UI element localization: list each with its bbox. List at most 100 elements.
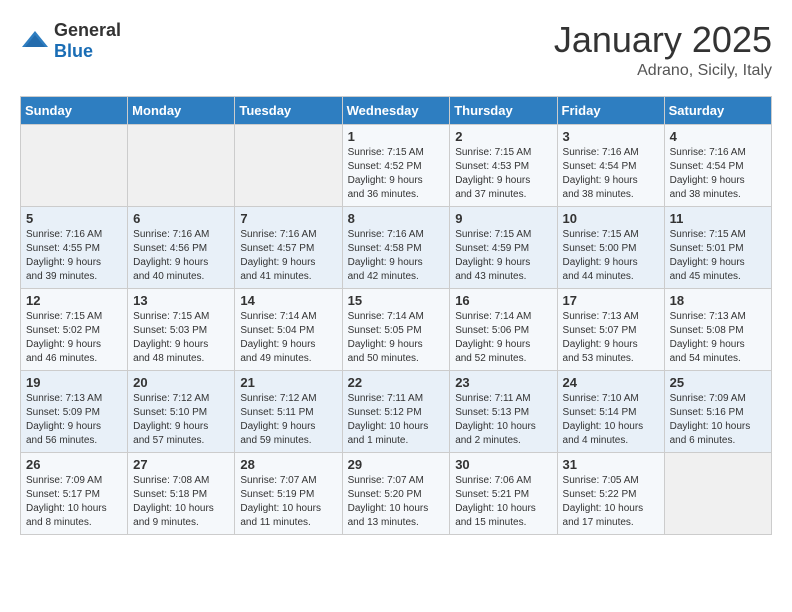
day-number: 16 xyxy=(455,293,551,308)
day-info: Sunrise: 7:15 AM Sunset: 4:59 PM Dayligh… xyxy=(455,228,551,284)
calendar: SundayMondayTuesdayWednesdayThursdayFrid… xyxy=(20,96,772,535)
week-row-2: 12 Sunrise: 7:15 AM Sunset: 5:02 PM Dayli… xyxy=(21,288,772,370)
weekday-header-friday: Friday xyxy=(557,96,664,124)
calendar-cell: 31Sunrise: 7:05 AM Sunset: 5:22 PM Dayli… xyxy=(557,452,664,534)
day-info: Sunrise: 7:15 AM Sunset: 4:53 PM Dayligh… xyxy=(455,146,551,202)
day-info: Sunrise: 7:08 AM Sunset: 5:18 PM Dayligh… xyxy=(133,474,229,530)
day-number: 4 xyxy=(670,129,766,144)
calendar-cell: 6Sunrise: 7:16 AM Sunset: 4:56 PM Daylig… xyxy=(128,206,235,288)
day-info: Sunrise: 7:09 AM Sunset: 5:16 PM Dayligh… xyxy=(670,392,766,448)
calendar-cell: 18 Sunrise: 7:13 AM Sunset: 5:08 PM Dayli… xyxy=(664,288,771,370)
calendar-cell: 16 Sunrise: 7:14 AM Sunset: 5:06 PM Dayli… xyxy=(450,288,557,370)
day-number: 15 xyxy=(348,293,445,308)
day-number: 21 xyxy=(240,375,336,390)
day-info: Sunrise: 7:16 AM Sunset: 4:57 PM Dayligh… xyxy=(240,228,336,284)
calendar-cell: 9Sunrise: 7:15 AM Sunset: 4:59 PM Daylig… xyxy=(450,206,557,288)
day-number: 3 xyxy=(563,129,659,144)
calendar-cell: 13 Sunrise: 7:15 AM Sunset: 5:03 PM Dayli… xyxy=(128,288,235,370)
day-info: Sunrise: 7:14 AM Sunset: 5:05 PM Dayligh… xyxy=(348,310,445,366)
weekday-header-monday: Monday xyxy=(128,96,235,124)
weekday-header-tuesday: Tuesday xyxy=(235,96,342,124)
day-number: 11 xyxy=(670,211,766,226)
calendar-cell: 5 Sunrise: 7:16 AM Sunset: 4:55 PM Daylig… xyxy=(21,206,128,288)
day-number: 14 xyxy=(240,293,336,308)
calendar-cell: 12 Sunrise: 7:15 AM Sunset: 5:02 PM Dayli… xyxy=(21,288,128,370)
week-row-4: 26 Sunrise: 7:09 AM Sunset: 5:17 PM Dayli… xyxy=(21,452,772,534)
calendar-cell: 26 Sunrise: 7:09 AM Sunset: 5:17 PM Dayli… xyxy=(21,452,128,534)
logo-general: General xyxy=(54,20,121,40)
day-info: Sunrise: 7:16 AM Sunset: 4:54 PM Dayligh… xyxy=(563,146,659,202)
week-row-1: 5 Sunrise: 7:16 AM Sunset: 4:55 PM Daylig… xyxy=(21,206,772,288)
week-row-0: 1 Sunrise: 7:15 AM Sunset: 4:52 PM Daylig… xyxy=(21,124,772,206)
calendar-cell: 19 Sunrise: 7:13 AM Sunset: 5:09 PM Dayli… xyxy=(21,370,128,452)
calendar-cell: 23 Sunrise: 7:11 AM Sunset: 5:13 PM Dayli… xyxy=(450,370,557,452)
calendar-cell: 2 Sunrise: 7:15 AM Sunset: 4:53 PM Daylig… xyxy=(450,124,557,206)
day-info: Sunrise: 7:12 AM Sunset: 5:10 PM Dayligh… xyxy=(133,392,229,448)
calendar-cell: 14 Sunrise: 7:14 AM Sunset: 5:04 PM Dayli… xyxy=(235,288,342,370)
day-info: Sunrise: 7:14 AM Sunset: 5:04 PM Dayligh… xyxy=(240,310,336,366)
day-info: Sunrise: 7:14 AM Sunset: 5:06 PM Dayligh… xyxy=(455,310,551,366)
day-info: Sunrise: 7:11 AM Sunset: 5:12 PM Dayligh… xyxy=(348,392,445,448)
day-info: Sunrise: 7:11 AM Sunset: 5:13 PM Dayligh… xyxy=(455,392,551,448)
weekday-header-wednesday: Wednesday xyxy=(342,96,450,124)
day-info: Sunrise: 7:15 AM Sunset: 5:00 PM Dayligh… xyxy=(563,228,659,284)
calendar-cell xyxy=(664,452,771,534)
calendar-cell: 30 Sunrise: 7:06 AM Sunset: 5:21 PM Dayli… xyxy=(450,452,557,534)
day-number: 13 xyxy=(133,293,229,308)
calendar-cell xyxy=(235,124,342,206)
day-number: 26 xyxy=(26,457,122,472)
day-number: 23 xyxy=(455,375,551,390)
day-number: 29 xyxy=(348,457,445,472)
calendar-cell: 24Sunrise: 7:10 AM Sunset: 5:14 PM Dayli… xyxy=(557,370,664,452)
weekday-header-sunday: Sunday xyxy=(21,96,128,124)
day-number: 12 xyxy=(26,293,122,308)
day-info: Sunrise: 7:13 AM Sunset: 5:08 PM Dayligh… xyxy=(670,310,766,366)
calendar-cell: 20 Sunrise: 7:12 AM Sunset: 5:10 PM Dayli… xyxy=(128,370,235,452)
calendar-cell: 10 Sunrise: 7:15 AM Sunset: 5:00 PM Dayli… xyxy=(557,206,664,288)
day-info: Sunrise: 7:07 AM Sunset: 5:20 PM Dayligh… xyxy=(348,474,445,530)
calendar-cell: 3 Sunrise: 7:16 AM Sunset: 4:54 PM Daylig… xyxy=(557,124,664,206)
day-info: Sunrise: 7:16 AM Sunset: 4:56 PM Dayligh… xyxy=(133,228,229,284)
location-title: Adrano, Sicily, Italy xyxy=(554,62,772,80)
day-info: Sunrise: 7:15 AM Sunset: 5:02 PM Dayligh… xyxy=(26,310,122,366)
day-info: Sunrise: 7:12 AM Sunset: 5:11 PM Dayligh… xyxy=(240,392,336,448)
day-info: Sunrise: 7:06 AM Sunset: 5:21 PM Dayligh… xyxy=(455,474,551,530)
day-number: 25 xyxy=(670,375,766,390)
day-info: Sunrise: 7:10 AM Sunset: 5:14 PM Dayligh… xyxy=(563,392,659,448)
weekday-header-row: SundayMondayTuesdayWednesdayThursdayFrid… xyxy=(21,96,772,124)
month-title: January 2025 xyxy=(554,20,772,60)
logo-text: General Blue xyxy=(54,20,121,62)
day-number: 27 xyxy=(133,457,229,472)
day-info: Sunrise: 7:16 AM Sunset: 4:55 PM Dayligh… xyxy=(26,228,122,284)
day-number: 18 xyxy=(670,293,766,308)
day-info: Sunrise: 7:05 AM Sunset: 5:22 PM Dayligh… xyxy=(563,474,659,530)
logo: General Blue xyxy=(20,20,121,62)
logo-blue: Blue xyxy=(54,41,93,61)
calendar-cell: 8Sunrise: 7:16 AM Sunset: 4:58 PM Daylig… xyxy=(342,206,450,288)
day-info: Sunrise: 7:13 AM Sunset: 5:09 PM Dayligh… xyxy=(26,392,122,448)
day-number: 1 xyxy=(348,129,445,144)
day-info: Sunrise: 7:09 AM Sunset: 5:17 PM Dayligh… xyxy=(26,474,122,530)
day-number: 2 xyxy=(455,129,551,144)
day-info: Sunrise: 7:16 AM Sunset: 4:58 PM Dayligh… xyxy=(348,228,445,284)
calendar-cell: 27 Sunrise: 7:08 AM Sunset: 5:18 PM Dayli… xyxy=(128,452,235,534)
day-number: 7 xyxy=(240,211,336,226)
calendar-cell: 28Sunrise: 7:07 AM Sunset: 5:19 PM Dayli… xyxy=(235,452,342,534)
day-number: 17 xyxy=(563,293,659,308)
title-block: January 2025 Adrano, Sicily, Italy xyxy=(554,20,772,80)
day-info: Sunrise: 7:15 AM Sunset: 5:03 PM Dayligh… xyxy=(133,310,229,366)
day-info: Sunrise: 7:15 AM Sunset: 4:52 PM Dayligh… xyxy=(348,146,445,202)
day-number: 10 xyxy=(563,211,659,226)
day-info: Sunrise: 7:16 AM Sunset: 4:54 PM Dayligh… xyxy=(670,146,766,202)
calendar-cell: 25 Sunrise: 7:09 AM Sunset: 5:16 PM Dayli… xyxy=(664,370,771,452)
day-number: 30 xyxy=(455,457,551,472)
day-number: 19 xyxy=(26,375,122,390)
calendar-cell: 11 Sunrise: 7:15 AM Sunset: 5:01 PM Dayli… xyxy=(664,206,771,288)
weekday-header-thursday: Thursday xyxy=(450,96,557,124)
day-number: 5 xyxy=(26,211,122,226)
day-info: Sunrise: 7:15 AM Sunset: 5:01 PM Dayligh… xyxy=(670,228,766,284)
calendar-cell: 17Sunrise: 7:13 AM Sunset: 5:07 PM Dayli… xyxy=(557,288,664,370)
calendar-cell: 4 Sunrise: 7:16 AM Sunset: 4:54 PM Daylig… xyxy=(664,124,771,206)
calendar-cell: 22Sunrise: 7:11 AM Sunset: 5:12 PM Dayli… xyxy=(342,370,450,452)
day-number: 20 xyxy=(133,375,229,390)
